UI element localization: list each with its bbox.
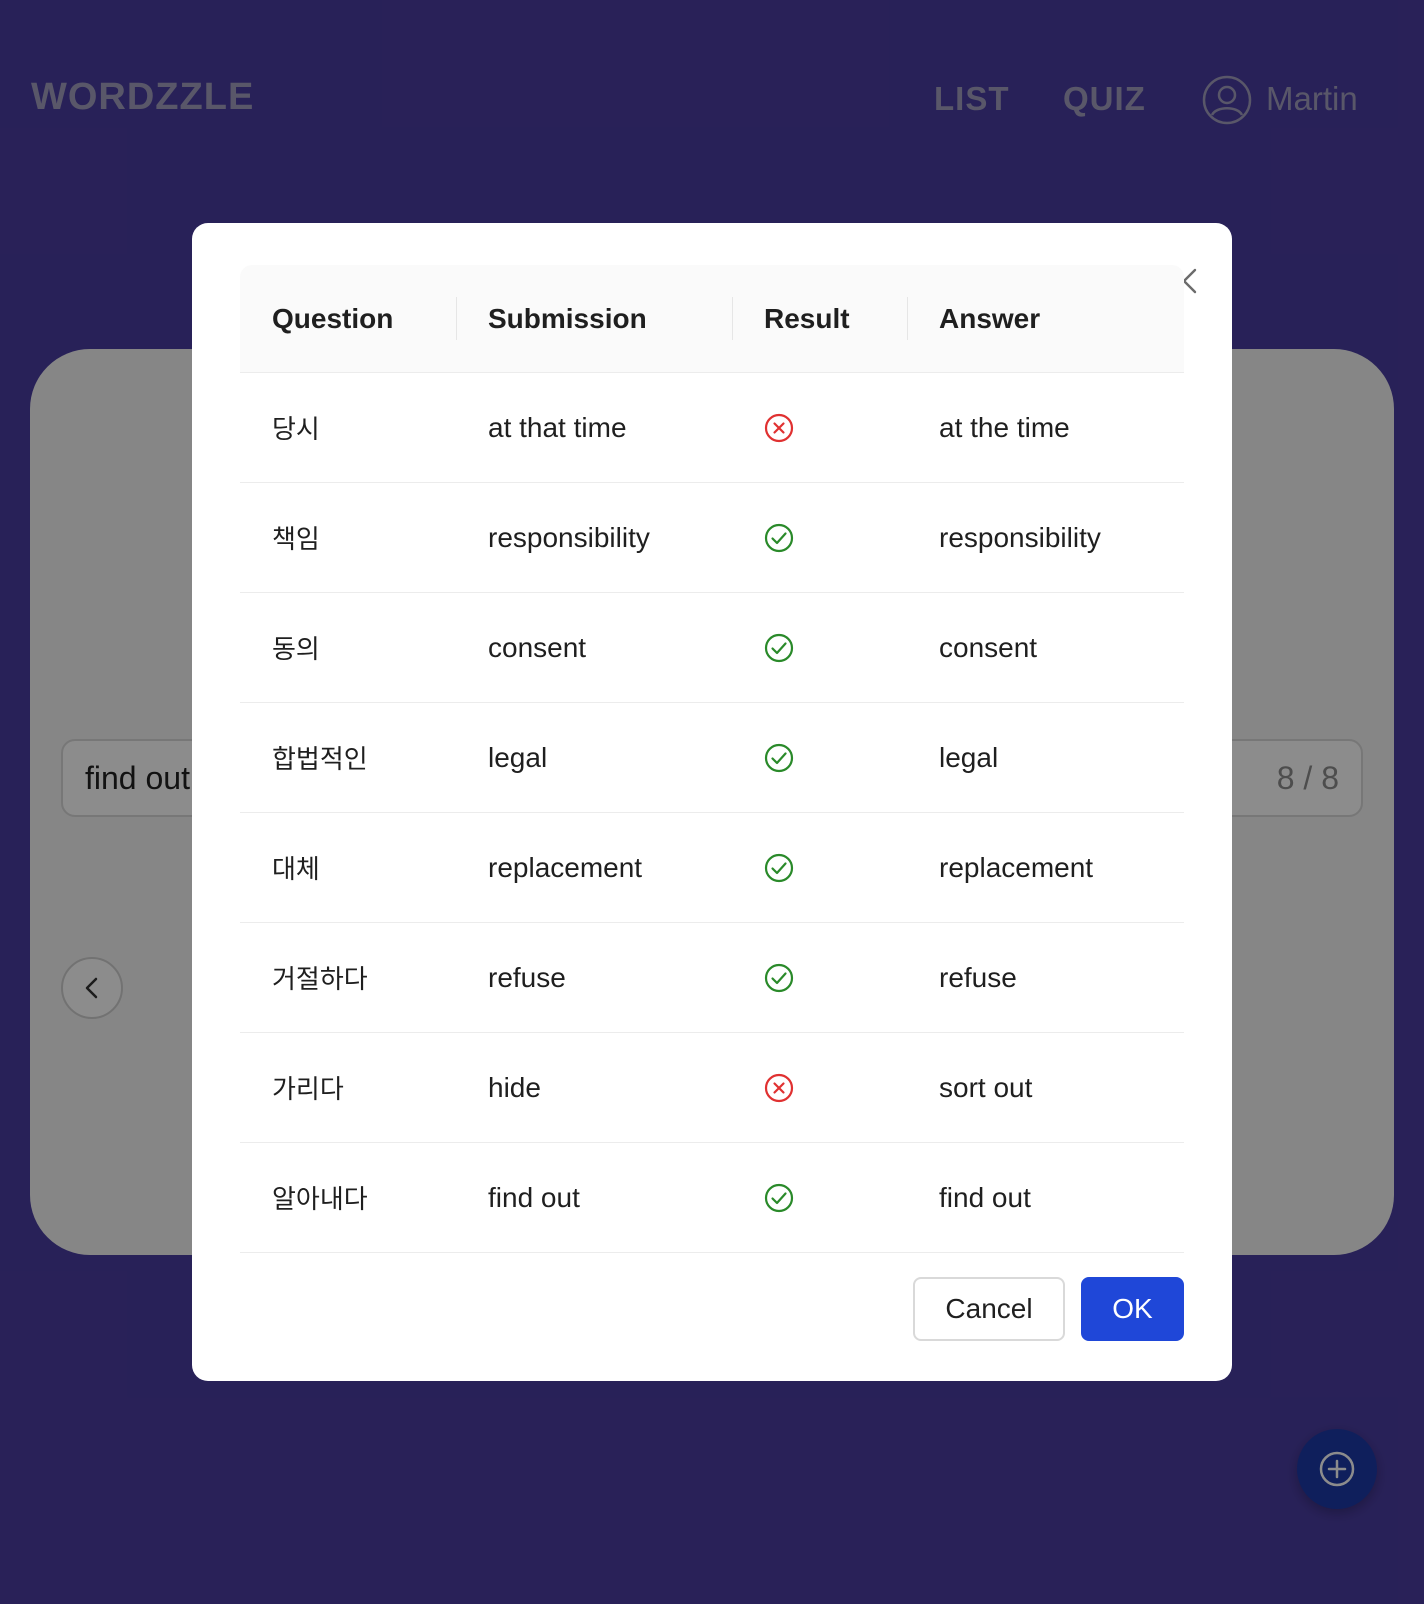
check-circle-icon: [764, 963, 794, 992]
cell-answer: replacement: [939, 851, 1094, 883]
cell-submission: legal: [488, 741, 548, 773]
ok-button[interactable]: OK: [1081, 1277, 1184, 1341]
cell-submission: replacement: [488, 851, 643, 883]
cell-result: [732, 593, 907, 702]
cell-result: [732, 813, 907, 922]
cell-question: 책임: [272, 525, 320, 555]
table-row: 대체 replacement replacement: [240, 813, 1184, 923]
table-row: 동의 consent consent: [240, 593, 1184, 703]
quiz-results-modal: Question Submission Result Answer 당시 at t…: [192, 223, 1232, 1381]
table-body: 당시 at that time at the time 책임 responsibilit…: [240, 373, 1184, 1253]
cell-submission: find out: [488, 1181, 580, 1213]
check-circle-icon: [764, 523, 794, 552]
cell-question: 가리다: [272, 1075, 344, 1105]
check-circle-icon: [764, 743, 794, 772]
column-header-answer: Answer: [907, 265, 1184, 372]
cell-submission: consent: [488, 631, 587, 663]
cell-question: 합법적인: [272, 745, 368, 775]
cell-answer: refuse: [939, 961, 1017, 993]
check-circle-icon: [764, 853, 794, 882]
cancel-button[interactable]: Cancel: [913, 1277, 1065, 1341]
cell-question: 대체: [272, 855, 320, 885]
close-circle-icon: [764, 413, 794, 442]
cell-answer: legal: [939, 741, 999, 773]
cell-answer: sort out: [939, 1071, 1033, 1103]
cell-question: 동의: [272, 635, 320, 665]
results-table: Question Submission Result Answer 당시 at t…: [240, 265, 1184, 1253]
cell-submission: hide: [488, 1071, 541, 1103]
cell-question: 알아내다: [272, 1185, 368, 1215]
cell-result: [732, 1033, 907, 1142]
table-row: 합법적인 legal legal: [240, 703, 1184, 813]
table-row: 책임 responsibility responsibility: [240, 483, 1184, 593]
column-header-result: Result: [732, 265, 907, 372]
table-row: 거절하다 refuse refuse: [240, 923, 1184, 1033]
modal-footer: Cancel OK: [913, 1277, 1184, 1341]
cell-result: [732, 703, 907, 812]
cell-result: [732, 373, 907, 482]
table-row: 당시 at that time at the time: [240, 373, 1184, 483]
cell-question: 당시: [272, 415, 320, 445]
cell-submission: refuse: [488, 961, 566, 993]
cell-submission: responsibility: [488, 521, 650, 553]
close-circle-icon: [764, 1073, 794, 1102]
check-circle-icon: [764, 1183, 794, 1212]
table-row: 가리다 hide sort out: [240, 1033, 1184, 1143]
cell-answer: find out: [939, 1181, 1031, 1213]
cell-result: [732, 923, 907, 1032]
column-header-submission: Submission: [456, 265, 732, 372]
cell-result: [732, 1143, 907, 1252]
cell-result: [732, 483, 907, 592]
cell-submission: at that time: [488, 411, 627, 443]
check-circle-icon: [764, 633, 794, 662]
table-header: Question Submission Result Answer: [240, 265, 1184, 373]
cell-question: 거절하다: [272, 965, 368, 995]
cell-answer: responsibility: [939, 521, 1101, 553]
cell-answer: consent: [939, 631, 1038, 663]
column-header-question: Question: [272, 302, 394, 334]
table-row: 알아내다 find out find out: [240, 1143, 1184, 1253]
cell-answer: at the time: [939, 411, 1070, 443]
